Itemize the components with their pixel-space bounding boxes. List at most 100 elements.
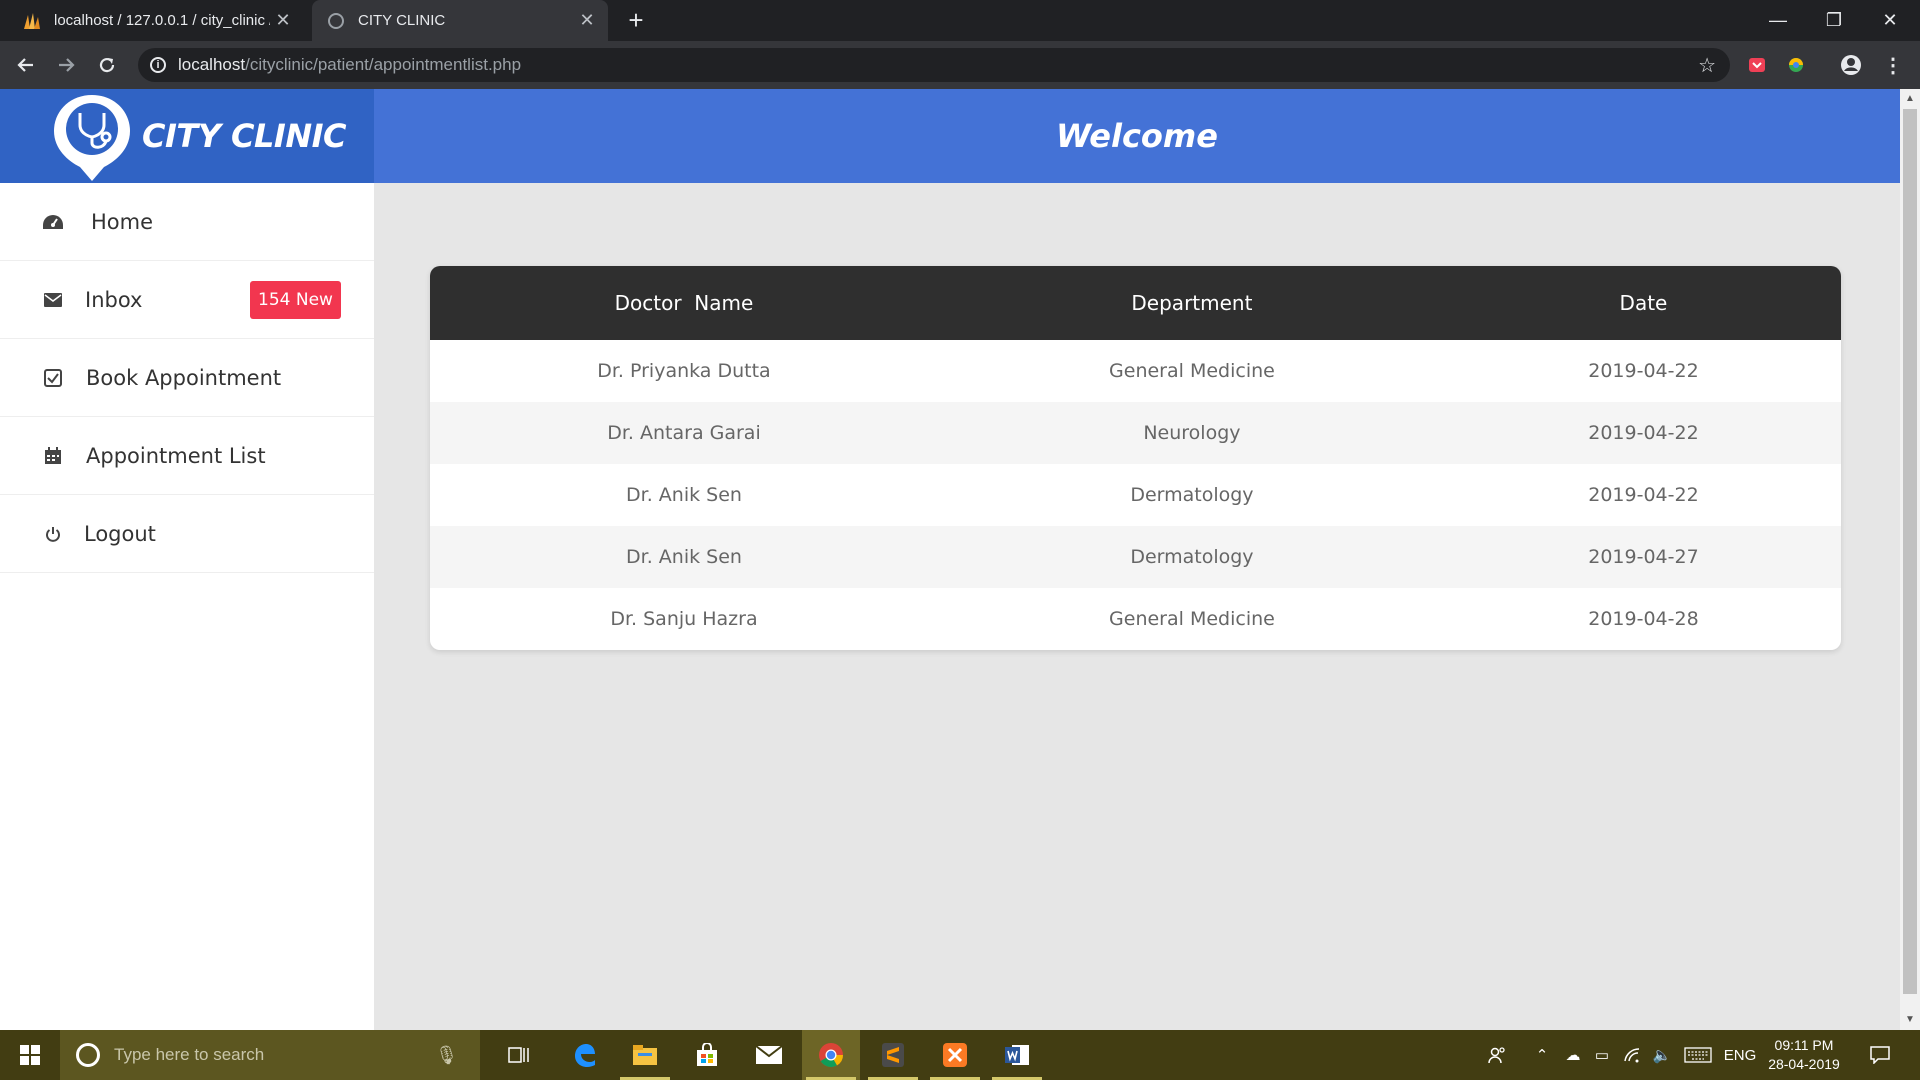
- cell-department: Dermatology: [1130, 484, 1254, 506]
- column-header-label: Doctor Name: [614, 291, 754, 315]
- cell-doctor-name: Dr. Antara Garai: [607, 422, 761, 444]
- sidebar-item-label: Logout: [84, 521, 156, 546]
- tab-title: CITY CLINIC: [358, 12, 446, 29]
- taskbar-sublime-text[interactable]: [864, 1030, 922, 1080]
- table-row: Dr. Anik Sen Dermatology 2019-04-22: [430, 464, 1841, 526]
- table-header-row: Doctor Name Department Date: [430, 266, 1841, 340]
- cell-doctor-name: Dr. Anik Sen: [626, 546, 742, 568]
- taskbar-word[interactable]: [988, 1030, 1046, 1080]
- page-content: CITY CLINIC Home Inbox 154 New Book Appo…: [0, 89, 1900, 1030]
- mail-icon: [755, 1045, 783, 1064]
- minimize-button[interactable]: —: [1750, 0, 1806, 41]
- table-row: Dr. Priyanka Dutta General Medicine 2019…: [430, 340, 1841, 402]
- scroll-down-arrow-icon[interactable]: ▼: [1900, 1012, 1920, 1028]
- sidebar: CITY CLINIC Home Inbox 154 New Book Appo…: [0, 89, 374, 1030]
- start-button[interactable]: [0, 1030, 60, 1080]
- table-row: Dr. Antara Garai Neurology 2019-04-22: [430, 402, 1841, 464]
- phpmyadmin-icon: [22, 11, 42, 31]
- cortana-icon: [76, 1043, 100, 1067]
- tab-title: localhost / 127.0.0.1 / city_clinic /: [54, 12, 270, 29]
- site-info-icon[interactable]: i: [150, 57, 166, 73]
- address-bar[interactable]: i localhost/cityclinic/patient/appointme…: [138, 48, 1730, 82]
- browser-toolbar: i localhost/cityclinic/patient/appointme…: [0, 41, 1920, 89]
- sidebar-item-book-appointment[interactable]: Book Appointment: [0, 339, 374, 417]
- battery-icon[interactable]: ▭: [1588, 1030, 1616, 1080]
- task-view-icon: [508, 1047, 529, 1063]
- sidebar-item-appointment-list[interactable]: Appointment List: [0, 417, 374, 495]
- store-bag-icon: [697, 1043, 717, 1066]
- taskbar-search-box[interactable]: Type here to search 🎙: [60, 1030, 480, 1080]
- power-icon: [42, 523, 64, 545]
- reload-icon: [99, 57, 115, 73]
- browser-tab-city-clinic[interactable]: CITY CLINIC ✕: [312, 0, 608, 41]
- volume-icon[interactable]: 🔈: [1648, 1030, 1676, 1080]
- profile-avatar-icon[interactable]: [1840, 54, 1862, 76]
- wifi-icon[interactable]: [1618, 1030, 1646, 1080]
- column-header-doctor-name: Doctor Name: [430, 266, 938, 340]
- envelope-icon: [42, 289, 64, 311]
- taskbar-chrome[interactable]: [802, 1030, 860, 1080]
- table-row: Dr. Anik Sen Dermatology 2019-04-27: [430, 526, 1841, 588]
- windows-logo-icon: [20, 1045, 40, 1065]
- task-view-button[interactable]: [490, 1030, 548, 1080]
- back-arrow-icon: [17, 58, 33, 72]
- brand-header[interactable]: CITY CLINIC: [0, 89, 374, 183]
- close-tab-icon[interactable]: ✕: [270, 10, 296, 31]
- close-window-button[interactable]: ✕: [1862, 0, 1918, 41]
- sidebar-item-label: Book Appointment: [86, 365, 282, 390]
- search-placeholder: Type here to search: [114, 1045, 265, 1064]
- taskbar-file-explorer[interactable]: [616, 1030, 674, 1080]
- cell-date: 2019-04-22: [1588, 360, 1699, 382]
- appointment-table-card: Doctor Name Department Date Dr. Priyanka…: [430, 266, 1841, 650]
- restore-button[interactable]: ❐: [1806, 0, 1862, 41]
- cell-department: General Medicine: [1109, 360, 1275, 382]
- scrollbar-thumb[interactable]: [1903, 109, 1917, 994]
- cell-department: Dermatology: [1130, 546, 1254, 568]
- inbox-new-badge: 154 New: [250, 281, 341, 319]
- folder-icon: [633, 1045, 657, 1065]
- page-title: Welcome: [374, 89, 1900, 183]
- onedrive-cloud-icon[interactable]: ☁: [1558, 1030, 1588, 1080]
- scroll-up-arrow-icon[interactable]: ▲: [1900, 91, 1920, 107]
- cell-doctor-name: Dr. Priyanka Dutta: [597, 360, 771, 382]
- page-scrollbar[interactable]: ▲ ▼: [1900, 89, 1920, 1030]
- cell-doctor-name: Dr. Sanju Hazra: [610, 608, 758, 630]
- cell-date: 2019-04-28: [1588, 608, 1699, 630]
- sidebar-item-label: Home: [91, 209, 154, 234]
- input-language[interactable]: ENG: [1720, 1030, 1760, 1080]
- sidebar-item-logout[interactable]: Logout: [0, 495, 374, 573]
- back-button[interactable]: [12, 51, 40, 79]
- close-tab-icon[interactable]: ✕: [574, 10, 600, 31]
- taskbar-store[interactable]: [678, 1030, 736, 1080]
- new-tab-button[interactable]: +: [622, 6, 650, 34]
- colorful-extension-icon[interactable]: [1785, 54, 1807, 76]
- browser-tab-phpmyadmin[interactable]: localhost / 127.0.0.1 / city_clinic / ✕: [8, 0, 304, 41]
- calendar-icon: [42, 445, 64, 467]
- forward-arrow-icon: [59, 58, 75, 72]
- reload-button[interactable]: [93, 51, 121, 79]
- browser-tab-strip: localhost / 127.0.0.1 / city_clinic / ✕ …: [0, 0, 1920, 41]
- microphone-icon[interactable]: 🎙: [435, 1045, 458, 1066]
- taskbar-xampp[interactable]: [926, 1030, 984, 1080]
- sidebar-item-home[interactable]: Home: [0, 183, 374, 261]
- column-header-date: Date: [1619, 291, 1668, 315]
- action-center-icon[interactable]: [1860, 1030, 1900, 1080]
- forward-button[interactable]: [52, 51, 80, 79]
- cell-date: 2019-04-22: [1588, 422, 1699, 444]
- sidebar-item-label: Appointment List: [86, 443, 266, 468]
- taskbar-edge[interactable]: [555, 1030, 613, 1080]
- dashboard-icon: [42, 211, 64, 233]
- page-globe-icon: [326, 11, 346, 31]
- chrome-icon: [819, 1043, 843, 1068]
- clock-time: 09:11 PM: [1774, 1037, 1834, 1053]
- bookmark-star-icon[interactable]: ☆: [1698, 53, 1716, 78]
- column-header-department: Department: [1131, 291, 1253, 315]
- pocket-extension-icon[interactable]: [1746, 54, 1768, 76]
- show-hidden-icons-chevron-icon[interactable]: ⌃: [1528, 1030, 1556, 1080]
- browser-menu-icon[interactable]: ⋮: [1882, 54, 1904, 77]
- sidebar-item-inbox[interactable]: Inbox 154 New: [0, 261, 374, 339]
- people-icon[interactable]: [1480, 1030, 1514, 1080]
- touch-keyboard-icon[interactable]: [1680, 1030, 1716, 1080]
- taskbar-mail[interactable]: [740, 1030, 798, 1080]
- taskbar-clock[interactable]: 09:11 PM 28-04-2019: [1762, 1036, 1846, 1074]
